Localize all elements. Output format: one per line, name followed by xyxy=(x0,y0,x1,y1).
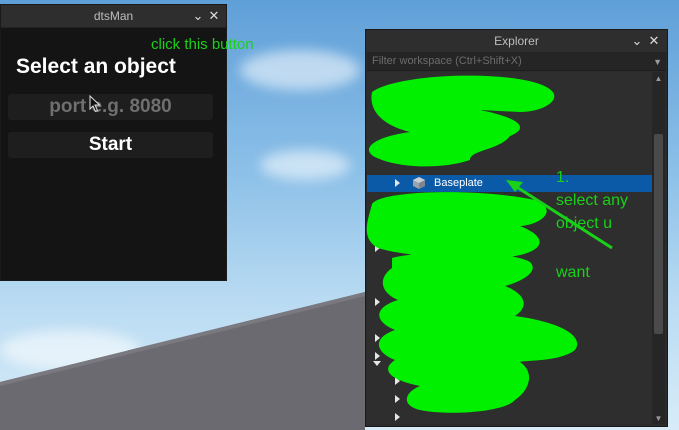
scrollbar-thumb[interactable] xyxy=(654,134,663,334)
expand-arrow-icon[interactable] xyxy=(395,395,400,403)
dropdown-arrow-icon[interactable]: ▼ xyxy=(653,52,662,71)
filter-workspace-input[interactable]: Filter workspace (Ctrl+Shift+X) ▼ xyxy=(367,52,666,71)
dtsman-title: dtsMan xyxy=(93,9,134,23)
mouse-cursor-icon xyxy=(89,95,101,113)
chevron-down-icon[interactable]: ⌄ xyxy=(629,30,645,52)
start-button[interactable]: Start xyxy=(8,132,213,158)
annotation-step-line1: select any xyxy=(556,192,629,209)
annotation-step-line3: want xyxy=(556,264,590,281)
explorer-titlebar[interactable]: Explorer ⌄ ✕ xyxy=(366,30,667,53)
expand-arrow-icon[interactable] xyxy=(395,413,400,421)
tree-item-label: Baseplate xyxy=(434,177,483,189)
dtsman-body: Select an object port e.g. 8080 Start xyxy=(1,28,226,280)
collapse-arrow-icon[interactable] xyxy=(373,361,381,366)
expand-arrow-icon[interactable] xyxy=(375,352,380,360)
port-input[interactable]: port e.g. 8080 xyxy=(8,94,213,120)
scroll-down-icon[interactable]: ▼ xyxy=(652,412,665,424)
close-icon[interactable]: ✕ xyxy=(206,5,222,27)
expand-arrow-icon[interactable] xyxy=(395,179,400,187)
explorer-scrollbar[interactable]: ▲ ▼ xyxy=(652,72,665,424)
expand-arrow-icon[interactable] xyxy=(395,377,400,385)
scroll-up-icon[interactable]: ▲ xyxy=(652,72,665,84)
filter-placeholder: Filter workspace (Ctrl+Shift+X) xyxy=(372,55,522,67)
explorer-window: Explorer ⌄ ✕ Filter workspace (Ctrl+Shif… xyxy=(365,29,668,427)
expand-arrow-icon[interactable] xyxy=(375,298,380,306)
close-icon[interactable]: ✕ xyxy=(646,30,662,52)
expand-arrow-icon[interactable] xyxy=(395,154,400,162)
expand-arrow-icon[interactable] xyxy=(375,244,380,252)
expand-arrow-icon[interactable] xyxy=(375,334,380,342)
part-icon xyxy=(413,177,425,189)
chevron-down-icon[interactable]: ⌄ xyxy=(190,5,206,27)
annotation-step-line2: object u xyxy=(556,215,613,232)
explorer-tree: Baseplate xyxy=(367,72,652,424)
annotation-click-hint: click this button xyxy=(151,36,254,53)
select-object-button[interactable]: Select an object xyxy=(16,55,176,79)
explorer-title: Explorer xyxy=(494,34,539,48)
dtsman-titlebar[interactable]: dtsMan ⌄ ✕ xyxy=(1,5,226,28)
annotation-step-number: 1. xyxy=(556,169,570,186)
